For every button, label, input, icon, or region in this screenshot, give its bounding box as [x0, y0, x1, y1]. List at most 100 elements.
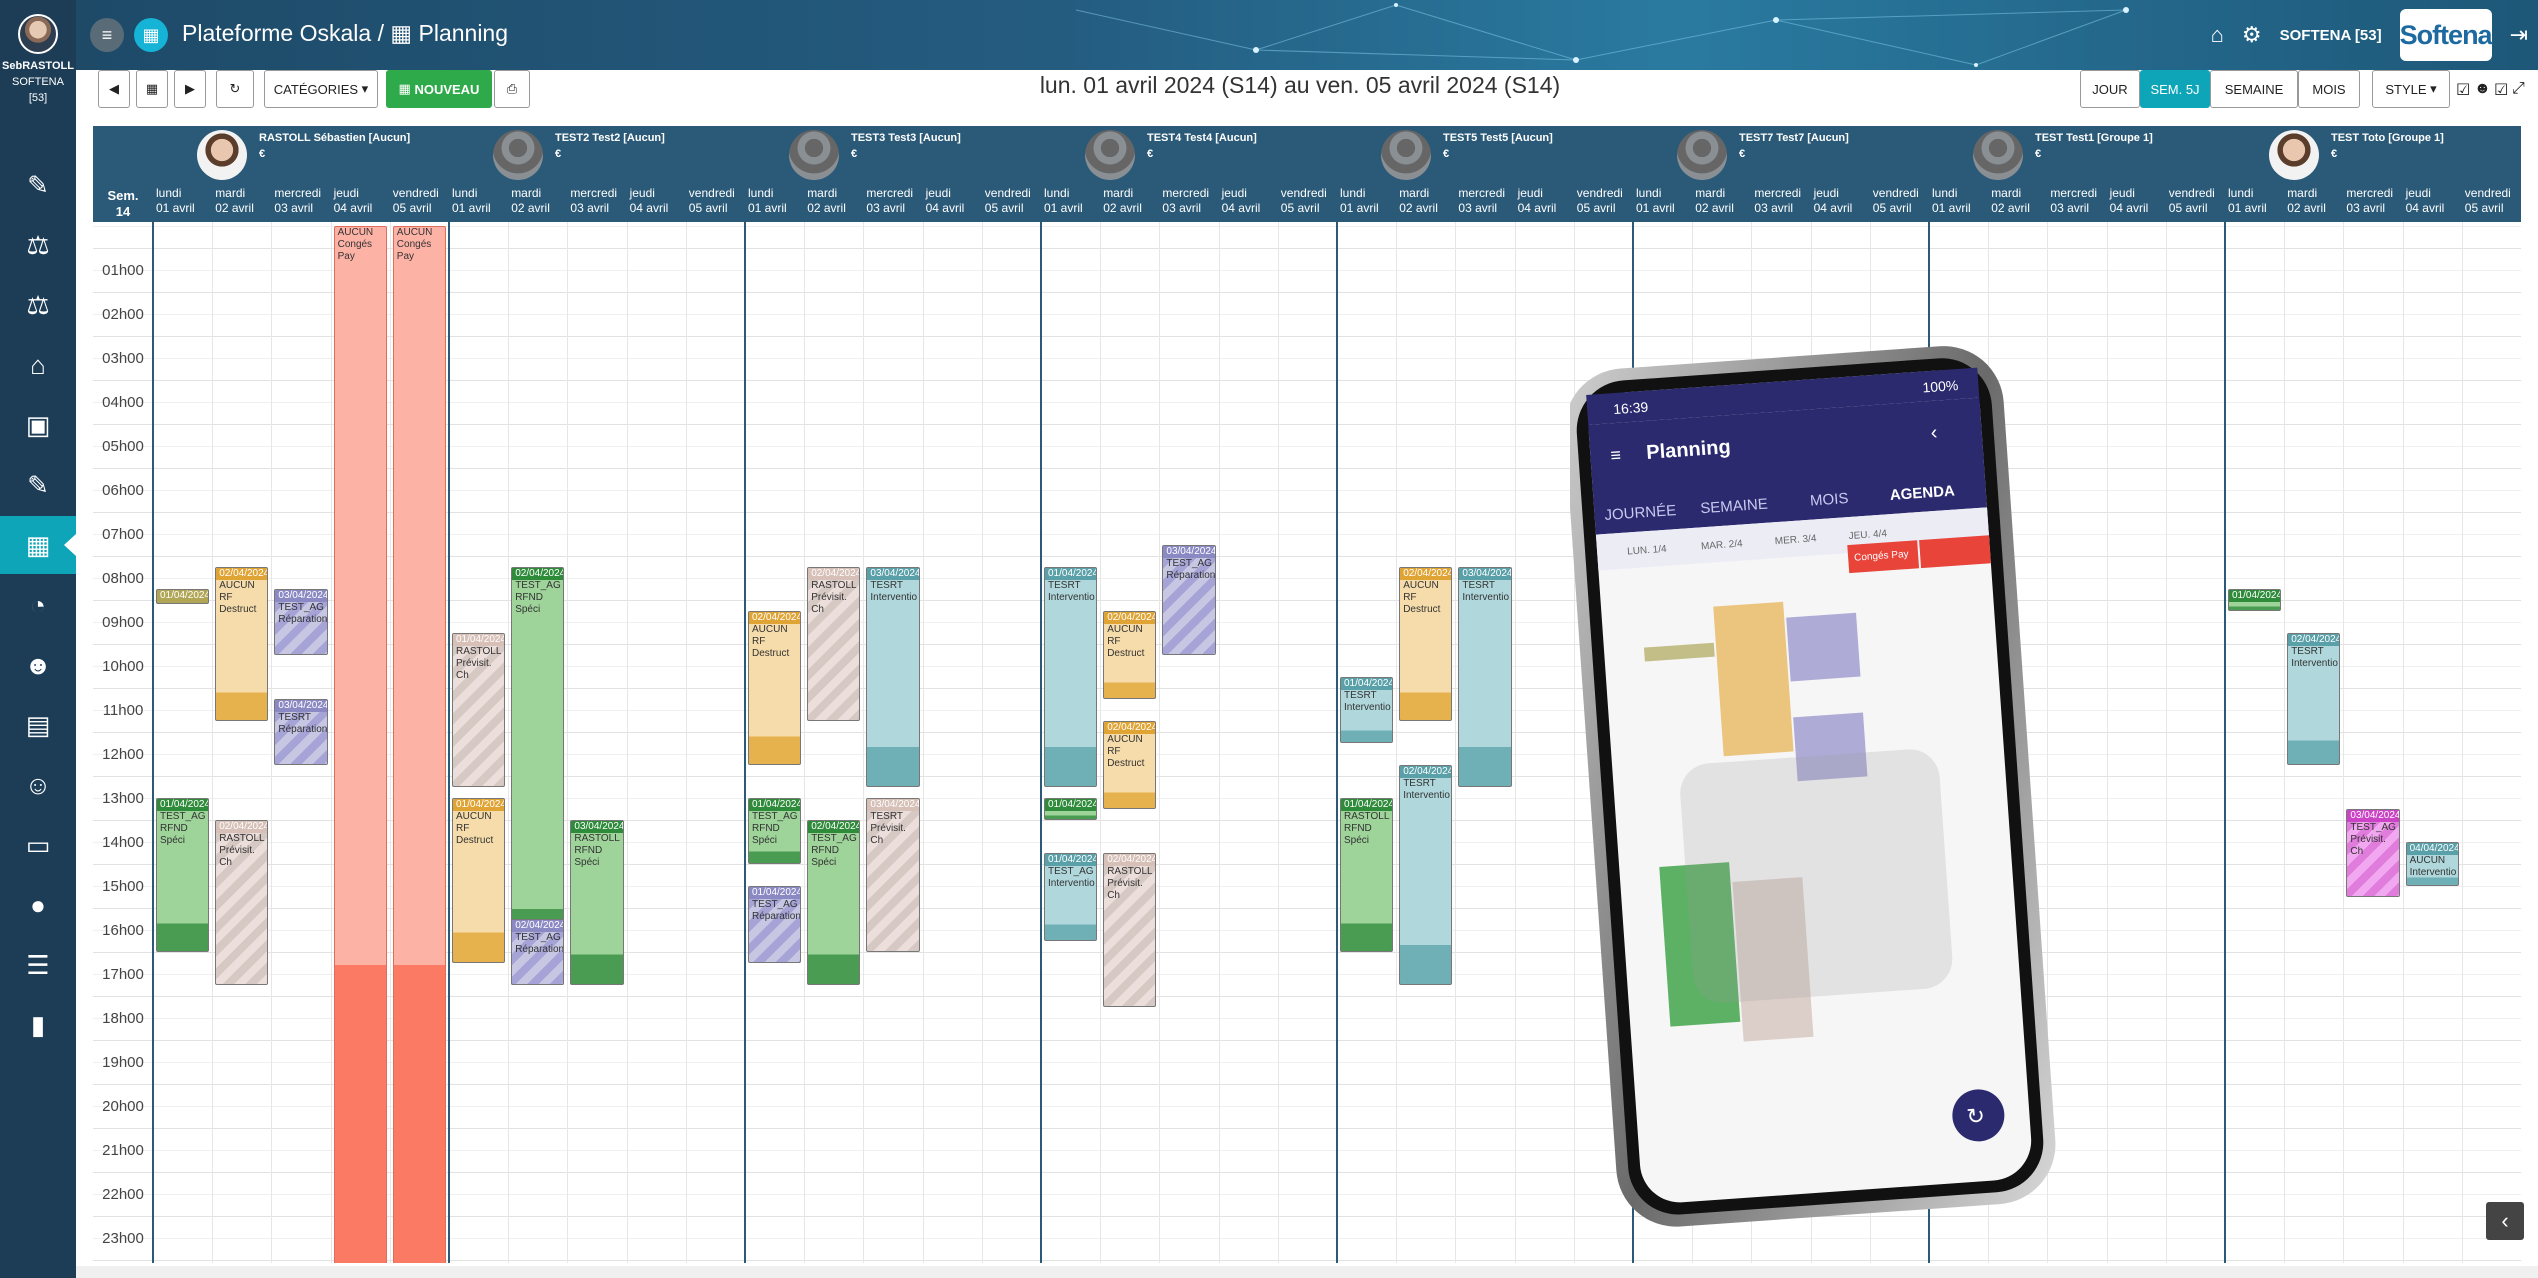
day-header[interactable]: jeudi 04 avril: [331, 186, 390, 216]
planning-event[interactable]: 02/04/2024 RASTOLL Prévisit. Ch: [807, 567, 861, 721]
day-header[interactable]: mercredi 03 avril: [2047, 186, 2106, 216]
planning-event[interactable]: 02/04/2024 RASTOLL Prévisit. Ch: [215, 820, 269, 985]
planning-event[interactable]: 01/04/2024 TESRT Interventio: [1340, 677, 1394, 743]
group-icon[interactable]: ☻: [2474, 80, 2491, 98]
planning-event[interactable]: 01/04/2024: [2228, 589, 2282, 611]
planning-event[interactable]: 01/04/2024 RASTOLL Prévisit. Ch: [452, 633, 506, 787]
day-header[interactable]: vendredi 05 avril: [686, 186, 745, 216]
planning-event[interactable]: 01/04/2024 TEST_AG Réparation: [748, 886, 802, 963]
view-jour-button[interactable]: JOUR: [2080, 70, 2140, 108]
planning-event[interactable]: 03/04/2024 TESRT Réparation: [274, 699, 328, 765]
day-header[interactable]: lundi 01 avril: [1337, 186, 1396, 216]
planning-event[interactable]: 03/04/2024 RASTOLL RFND Spéci: [570, 820, 624, 985]
planning-event[interactable]: 02/04/2024 TESRT Interventio: [1399, 765, 1453, 985]
planning-event[interactable]: 02/04/2024 RASTOLL Prévisit. Ch: [1103, 853, 1157, 1007]
day-header[interactable]: jeudi 04 avril: [2107, 186, 2166, 216]
book-icon[interactable]: ▮: [0, 996, 76, 1054]
view-semaine-button[interactable]: SEMAINE: [2210, 70, 2298, 108]
day-header[interactable]: vendredi 05 avril: [982, 186, 1041, 216]
day-header[interactable]: jeudi 04 avril: [2403, 186, 2462, 216]
day-header[interactable]: mercredi 03 avril: [1159, 186, 1218, 216]
view-mois-button[interactable]: MOIS: [2298, 70, 2360, 108]
previous-arrow-icon[interactable]: ◀: [98, 70, 130, 108]
planning-event[interactable]: 01/04/2024: [1044, 798, 1098, 820]
planning-event[interactable]: 01/04/2024 AUCUN RF Destruct: [452, 798, 506, 963]
planning-event[interactable]: 02/04/2024 AUCUN RF Destruct: [748, 611, 802, 765]
calendar-picker-icon[interactable]: ▦: [136, 70, 168, 108]
day-header[interactable]: lundi 01 avril: [153, 186, 212, 216]
collapse-chevron-icon[interactable]: ‹: [2486, 1202, 2524, 1240]
next-arrow-icon[interactable]: ▶: [174, 70, 206, 108]
day-header[interactable]: mardi 02 avril: [804, 186, 863, 216]
breadcrumb-app[interactable]: Plateforme Oskala: [182, 20, 371, 46]
day-header[interactable]: lundi 01 avril: [745, 186, 804, 216]
day-header[interactable]: vendredi 05 avril: [1574, 186, 1633, 216]
planning-event[interactable]: 01/04/2024 TEST_AG RFND Spéci: [156, 798, 210, 952]
planning-event[interactable]: 02/04/2024 AUCUN RF Destruct: [1399, 567, 1453, 721]
users-icon[interactable]: ☻: [0, 636, 76, 694]
planning-event[interactable]: 02/04/2024 AUCUN RF Destruct: [215, 567, 269, 721]
day-header[interactable]: vendredi 05 avril: [390, 186, 449, 216]
day-header[interactable]: mardi 02 avril: [2284, 186, 2343, 216]
day-header[interactable]: mercredi 03 avril: [567, 186, 626, 216]
scale-icon[interactable]: ⚖: [0, 216, 76, 274]
planning-event[interactable]: 03/04/2024 TESRT Interventio: [866, 567, 920, 787]
planning-event[interactable]: 01/04/2024 TEST_AG RFND Spéci: [748, 798, 802, 864]
home-icon[interactable]: ⌂: [0, 336, 76, 394]
briefcase-icon[interactable]: ▣: [0, 396, 76, 454]
edit-doc-icon[interactable]: ✎: [0, 156, 76, 214]
planning-event[interactable]: AUCUN Congés Pay: [333, 226, 387, 1263]
day-header[interactable]: jeudi 04 avril: [1515, 186, 1574, 216]
day-header[interactable]: mardi 02 avril: [1692, 186, 1751, 216]
check-icon[interactable]: ☑: [2494, 80, 2508, 100]
planning-event[interactable]: 03/04/2024 TESRT Interventio: [1458, 567, 1512, 787]
day-header[interactable]: jeudi 04 avril: [627, 186, 686, 216]
planning-event[interactable]: 02/04/2024 AUCUN RF Destruct: [1103, 721, 1157, 809]
day-header[interactable]: mercredi 03 avril: [271, 186, 330, 216]
list-icon[interactable]: ☰: [0, 936, 76, 994]
home-icon[interactable]: ⌂: [2211, 22, 2224, 48]
planning-event[interactable]: 02/04/2024 TEST_AG RFND Spéci: [807, 820, 861, 985]
calendar-icon[interactable]: ▦: [0, 516, 76, 574]
day-header[interactable]: mardi 02 avril: [212, 186, 271, 216]
edit-doc-icon[interactable]: ✎: [0, 456, 76, 514]
planning-event[interactable]: 01/04/2024: [156, 589, 210, 605]
expand-icon[interactable]: ⤢: [2512, 80, 2525, 98]
categories-dropdown[interactable]: CATÉGORIES ▾: [264, 70, 378, 108]
day-header[interactable]: jeudi 04 avril: [923, 186, 982, 216]
check-icon[interactable]: ☑: [2456, 80, 2470, 100]
planning-event[interactable]: 01/04/2024 RASTOLL RFND Spéci: [1340, 798, 1394, 952]
rss-icon[interactable]: ◔: [0, 576, 76, 634]
team-icon[interactable]: ☺: [0, 756, 76, 814]
style-dropdown[interactable]: STYLE ▾: [2372, 70, 2450, 108]
print-icon[interactable]: ⎙: [494, 70, 530, 108]
planning-event[interactable]: 03/04/2024 TESRT Prévisit. Ch: [866, 798, 920, 952]
day-header[interactable]: mercredi 03 avril: [2343, 186, 2402, 216]
planning-event[interactable]: AUCUN Congés Pay: [392, 226, 446, 1263]
planning-event[interactable]: 02/04/2024 TEST_AG Réparation: [511, 919, 565, 985]
case-icon[interactable]: ▭: [0, 816, 76, 874]
planning-event[interactable]: 02/04/2024 AUCUN RF Destruct: [1103, 611, 1157, 699]
day-header[interactable]: lundi 01 avril: [2225, 186, 2284, 216]
refresh-icon[interactable]: ↻: [216, 70, 254, 108]
contact-card-icon[interactable]: ▤: [0, 696, 76, 754]
day-header[interactable]: lundi 01 avril: [1041, 186, 1100, 216]
day-header[interactable]: mercredi 03 avril: [1455, 186, 1514, 216]
day-header[interactable]: mardi 02 avril: [508, 186, 567, 216]
user-icon[interactable]: ●: [0, 876, 76, 934]
day-header[interactable]: jeudi 04 avril: [1811, 186, 1870, 216]
user-avatar[interactable]: [18, 14, 58, 54]
planning-event[interactable]: 03/04/2024 TEST_AG Réparation: [1162, 545, 1216, 655]
day-header[interactable]: mardi 02 avril: [1396, 186, 1455, 216]
horizontal-scrollbar[interactable]: [76, 1266, 2538, 1278]
planning-event[interactable]: 01/04/2024 TESRT Interventio: [1044, 567, 1098, 787]
day-header[interactable]: lundi 01 avril: [1929, 186, 1988, 216]
new-button[interactable]: ▦ NOUVEAU: [386, 70, 492, 108]
planning-event[interactable]: 04/04/2024 AUCUN Interventio: [2405, 842, 2459, 886]
day-header[interactable]: mardi 02 avril: [1988, 186, 2047, 216]
day-header[interactable]: mercredi 03 avril: [863, 186, 922, 216]
planning-event[interactable]: 02/04/2024 TESRT Interventio: [2287, 633, 2341, 765]
day-header[interactable]: vendredi 05 avril: [1278, 186, 1337, 216]
scale-icon[interactable]: ⚖: [0, 276, 76, 334]
day-header[interactable]: mardi 02 avril: [1100, 186, 1159, 216]
